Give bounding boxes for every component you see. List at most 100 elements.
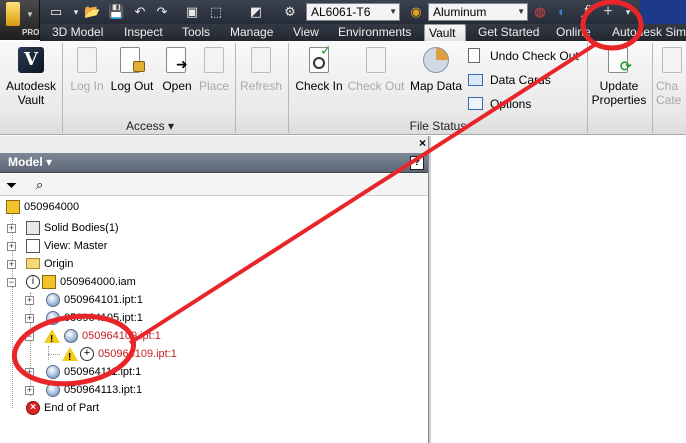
tree-item-label: View: Master xyxy=(44,240,108,252)
tree-item-label: 050964109.ipt:1 xyxy=(82,330,161,342)
settings-gear-icon[interactable]: ⚙ xyxy=(282,4,298,20)
solid-bodies-icon xyxy=(26,221,40,235)
browser-close-bar: × xyxy=(0,136,428,153)
expand-icon[interactable]: + xyxy=(25,386,34,395)
check-out-label: Check Out xyxy=(347,79,405,93)
expand-icon[interactable]: + xyxy=(25,314,34,323)
panel-divider xyxy=(288,43,289,133)
log-out-icon xyxy=(117,45,147,75)
check-out-button[interactable]: Check Out xyxy=(346,45,406,93)
warning-icon xyxy=(44,329,60,349)
edition-label: PRO xyxy=(22,28,40,37)
update-properties-button[interactable]: ⟳ Update Properties xyxy=(590,45,648,107)
tree-item-label: 050964111.ipt:1 xyxy=(64,366,142,378)
options-button[interactable]: Options xyxy=(468,94,531,114)
tree-item-label: Solid Bodies(1) xyxy=(44,222,119,234)
refresh-button[interactable]: Refresh xyxy=(238,45,284,93)
open-icon: ➜ xyxy=(162,45,192,75)
log-in-button[interactable]: Log In xyxy=(68,45,106,93)
expand-icon[interactable]: + xyxy=(7,260,16,269)
tab-get-started[interactable]: Get Started xyxy=(474,24,543,41)
tab-autodesk-simulation[interactable]: Autodesk Simu xyxy=(608,24,686,41)
check-in-button[interactable]: ✓ Check In xyxy=(294,43,344,93)
update-icon[interactable]: ▣ xyxy=(184,4,200,20)
function-icon[interactable]: ƒ xyxy=(578,4,594,20)
collapse-icon[interactable]: − xyxy=(25,332,34,341)
part-icon xyxy=(46,365,60,379)
filter-icon[interactable]: ⏷ xyxy=(6,177,17,193)
tab-inspect[interactable]: Inspect xyxy=(120,24,167,41)
clear-appearance-icon[interactable]: ◐ xyxy=(554,4,570,20)
model-browser-title[interactable]: Model ▾ xyxy=(8,155,52,169)
open-button[interactable]: ➜ Open xyxy=(158,45,196,93)
undo-icon[interactable]: ↶ xyxy=(132,4,148,20)
panel-divider xyxy=(652,43,653,133)
data-cards-label: Data Cards xyxy=(490,73,551,87)
tree-item-label: 050964105.ipt:1 xyxy=(64,312,143,324)
data-cards-button[interactable]: Data Cards xyxy=(468,70,551,90)
material-select[interactable]: AL6061-T6 ▼ xyxy=(306,3,400,21)
info-icon: i xyxy=(26,275,40,289)
color-wheel-icon[interactable]: ◉ xyxy=(408,4,424,20)
quick-access-toolbar: ▭ ▾ 📂 💾 ↶ ↷ ▣ ⬚ ◩ ⚙ AL6061-T6 ▼ ◉ Alumin… xyxy=(0,0,686,24)
change-category-label-2: Cate xyxy=(656,93,682,107)
log-in-label: Log In xyxy=(70,79,104,93)
open-folder-icon[interactable]: 📂 xyxy=(84,4,100,20)
new-file-icon[interactable]: ▭ xyxy=(48,4,64,20)
expand-icon[interactable]: + xyxy=(7,224,16,233)
ribbon-tabs: 3D Model Inspect Tools Manage View Envir… xyxy=(40,24,686,41)
change-category-button[interactable]: Cha Cate xyxy=(656,45,686,107)
tab-tools[interactable]: Tools xyxy=(178,24,214,41)
ribbon: V Autodesk Vault Log In Log Out ➜ Open P… xyxy=(0,41,686,135)
autodesk-vault-label: Autodesk Vault xyxy=(5,79,57,107)
close-icon[interactable]: × xyxy=(419,136,426,150)
binoculars-icon[interactable]: ⌕ xyxy=(36,177,43,193)
tab-manage[interactable]: Manage xyxy=(226,24,277,41)
map-data-button[interactable]: Map Data xyxy=(408,45,464,93)
redo-icon[interactable]: ↷ xyxy=(154,4,170,20)
refresh-label: Refresh xyxy=(239,79,283,93)
tab-3d-model[interactable]: 3D Model xyxy=(48,24,107,41)
folder-icon xyxy=(26,258,40,269)
pane-splitter[interactable] xyxy=(428,136,431,443)
log-out-button[interactable]: Log Out xyxy=(108,45,156,93)
log-out-label: Log Out xyxy=(110,79,154,93)
collapse-icon[interactable]: − xyxy=(7,278,16,287)
view-cube-icon[interactable]: ◩ xyxy=(248,4,264,20)
expand-icon[interactable]: + xyxy=(25,296,34,305)
pie-chart-icon xyxy=(421,45,451,75)
map-data-label: Map Data xyxy=(409,79,463,93)
model-tree: 050964000 + Solid Bodies(1) + View: Mast… xyxy=(0,196,428,443)
appearance-value: Aluminum xyxy=(433,5,487,19)
update-properties-label: Update Properties xyxy=(591,79,647,107)
autodesk-vault-button[interactable]: V Autodesk Vault xyxy=(2,45,60,107)
undo-check-out-button[interactable]: Undo Check Out xyxy=(468,46,579,66)
tab-environments[interactable]: Environments xyxy=(334,24,415,41)
model-browser-header: Model ▾ ? xyxy=(0,153,428,173)
tab-vault[interactable]: Vault xyxy=(424,24,466,41)
panel-divider xyxy=(587,43,588,133)
add-command-icon[interactable]: + xyxy=(600,4,616,20)
tree-item-label: 050964113.ipt:1 xyxy=(64,384,143,396)
save-icon[interactable]: 💾 xyxy=(108,4,124,20)
help-icon[interactable]: ? xyxy=(410,156,424,170)
appearance-select[interactable]: Aluminum ▼ xyxy=(428,3,528,21)
access-panel-label[interactable]: Access ▾ xyxy=(66,118,234,134)
select-icon[interactable]: ⬚ xyxy=(208,4,224,20)
inventor-logo-icon xyxy=(6,2,20,26)
customize-dropdown-icon[interactable]: ▾ xyxy=(620,4,636,20)
appearance-override-icon[interactable]: ◍ xyxy=(532,4,548,20)
tab-online[interactable]: Online xyxy=(552,24,595,41)
place-button[interactable]: Place xyxy=(196,45,232,93)
check-in-label: Check In xyxy=(295,79,343,93)
dropdown-arrow-icon[interactable]: ▾ xyxy=(68,4,84,20)
end-of-part-icon: × xyxy=(26,401,40,415)
place-icon xyxy=(199,45,229,75)
panel-divider xyxy=(235,43,236,133)
tab-view[interactable]: View xyxy=(289,24,323,41)
open-label: Open xyxy=(162,79,192,93)
expand-icon[interactable]: + xyxy=(7,242,16,251)
check-in-icon: ✓ xyxy=(304,43,334,75)
application-menu-button[interactable]: ▼ PRO xyxy=(0,0,40,40)
expand-icon[interactable]: + xyxy=(25,368,34,377)
